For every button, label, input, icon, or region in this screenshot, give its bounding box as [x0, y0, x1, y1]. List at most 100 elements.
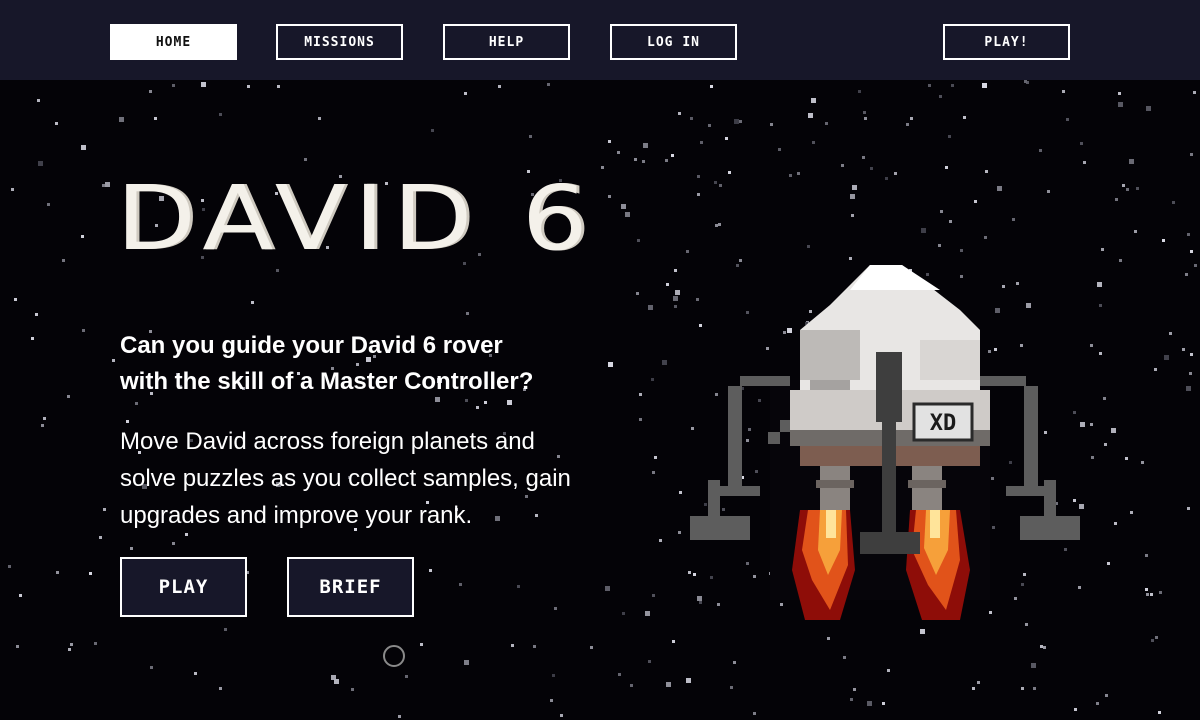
star-dot [112, 359, 115, 362]
star-dot [605, 586, 610, 591]
star-dot [789, 174, 792, 177]
star-dot [674, 305, 677, 308]
star-dot [770, 123, 773, 126]
star-dot [1024, 80, 1027, 83]
star-dot [825, 122, 828, 125]
star-dot [1115, 198, 1118, 201]
star-dot [429, 569, 432, 572]
star-dot [945, 166, 948, 169]
star-dot [1186, 386, 1191, 391]
star-dot [850, 698, 853, 701]
nav-login-button[interactable]: LOG IN [610, 24, 737, 60]
star-dot [56, 571, 59, 574]
star-dot [464, 660, 469, 665]
star-dot [1119, 259, 1122, 262]
star-dot [639, 393, 642, 396]
star-dot [739, 120, 742, 123]
star-dot [405, 675, 408, 678]
star-dot [648, 305, 653, 310]
star-dot [247, 85, 250, 88]
star-dot [11, 188, 14, 191]
star-dot [1146, 593, 1149, 596]
star-dot [608, 362, 613, 367]
star-dot [1080, 142, 1083, 145]
nav-play-button[interactable]: PLAY! [943, 24, 1070, 60]
star-dot [1134, 230, 1137, 233]
star-dot [1158, 711, 1161, 714]
rover-badge-text: XD [930, 411, 957, 436]
star-dot [1185, 273, 1188, 276]
star-dot [1118, 102, 1123, 107]
star-dot [484, 401, 487, 404]
star-dot [778, 148, 781, 151]
star-dot [665, 159, 668, 162]
star-dot [708, 124, 711, 127]
description-line-1: Move David across foreign planets and [120, 428, 535, 455]
brief-button[interactable]: BRIEF [287, 557, 414, 617]
star-dot [928, 84, 931, 87]
star-dot [1033, 687, 1036, 690]
star-dot [103, 508, 106, 511]
star-dot [882, 702, 885, 705]
star-dot [1164, 355, 1169, 360]
star-dot [1194, 264, 1197, 267]
star-dot [1040, 645, 1043, 648]
star-dot [1107, 562, 1110, 565]
star-dot [334, 679, 339, 684]
star-dot [1193, 91, 1196, 94]
star-dot [351, 688, 354, 691]
nav-missions-button[interactable]: MISSIONS [276, 24, 403, 60]
star-dot [608, 195, 611, 198]
star-dot [648, 660, 651, 663]
star-dot [730, 686, 733, 689]
star-dot [1111, 428, 1116, 433]
star-dot [643, 143, 648, 148]
star-dot [870, 167, 873, 170]
star-dot [1145, 554, 1148, 557]
rover-illustration: XD [690, 265, 1080, 620]
carousel-indicator[interactable] [383, 645, 405, 667]
star-dot [1145, 588, 1148, 591]
star-dot [82, 329, 85, 332]
star-dot [1118, 92, 1121, 95]
star-dot [8, 565, 11, 568]
star-dot [94, 642, 97, 645]
star-dot [1105, 694, 1108, 697]
star-dot [398, 715, 401, 718]
star-dot [135, 402, 138, 405]
star-dot [1126, 188, 1129, 191]
star-dot [150, 666, 153, 669]
nav-help-button[interactable]: HELP [443, 24, 570, 60]
star-dot [19, 594, 22, 597]
star-dot [645, 611, 650, 616]
star-dot [1189, 372, 1192, 375]
star-dot [622, 612, 625, 615]
star-dot [529, 135, 532, 138]
star-dot [130, 547, 133, 550]
star-dot [1162, 239, 1165, 242]
star-dot [797, 172, 800, 175]
star-dot [625, 212, 630, 217]
star-dot [662, 360, 667, 365]
right-landing-leg [980, 376, 1080, 540]
star-dot [62, 259, 65, 262]
star-dot [652, 471, 655, 474]
star-dot [636, 292, 639, 295]
star-dot [547, 83, 550, 86]
star-dot [910, 117, 913, 120]
star-dot [105, 182, 110, 187]
star-dot [1190, 353, 1193, 356]
top-nav-bar: HOME MISSIONS HELP LOG IN PLAY! [0, 0, 1200, 80]
star-dot [251, 301, 254, 304]
star-dot [464, 92, 467, 95]
star-dot [672, 640, 675, 643]
nav-home-button[interactable]: HOME [110, 24, 237, 60]
star-dot [811, 98, 816, 103]
star-dot [1114, 522, 1117, 525]
description-line-3: upgrades and improve your rank. [120, 502, 473, 529]
star-dot [1021, 687, 1024, 690]
play-button[interactable]: PLAY [120, 557, 247, 617]
star-dot [81, 145, 86, 150]
star-dot [16, 645, 19, 648]
star-dot [552, 674, 555, 677]
